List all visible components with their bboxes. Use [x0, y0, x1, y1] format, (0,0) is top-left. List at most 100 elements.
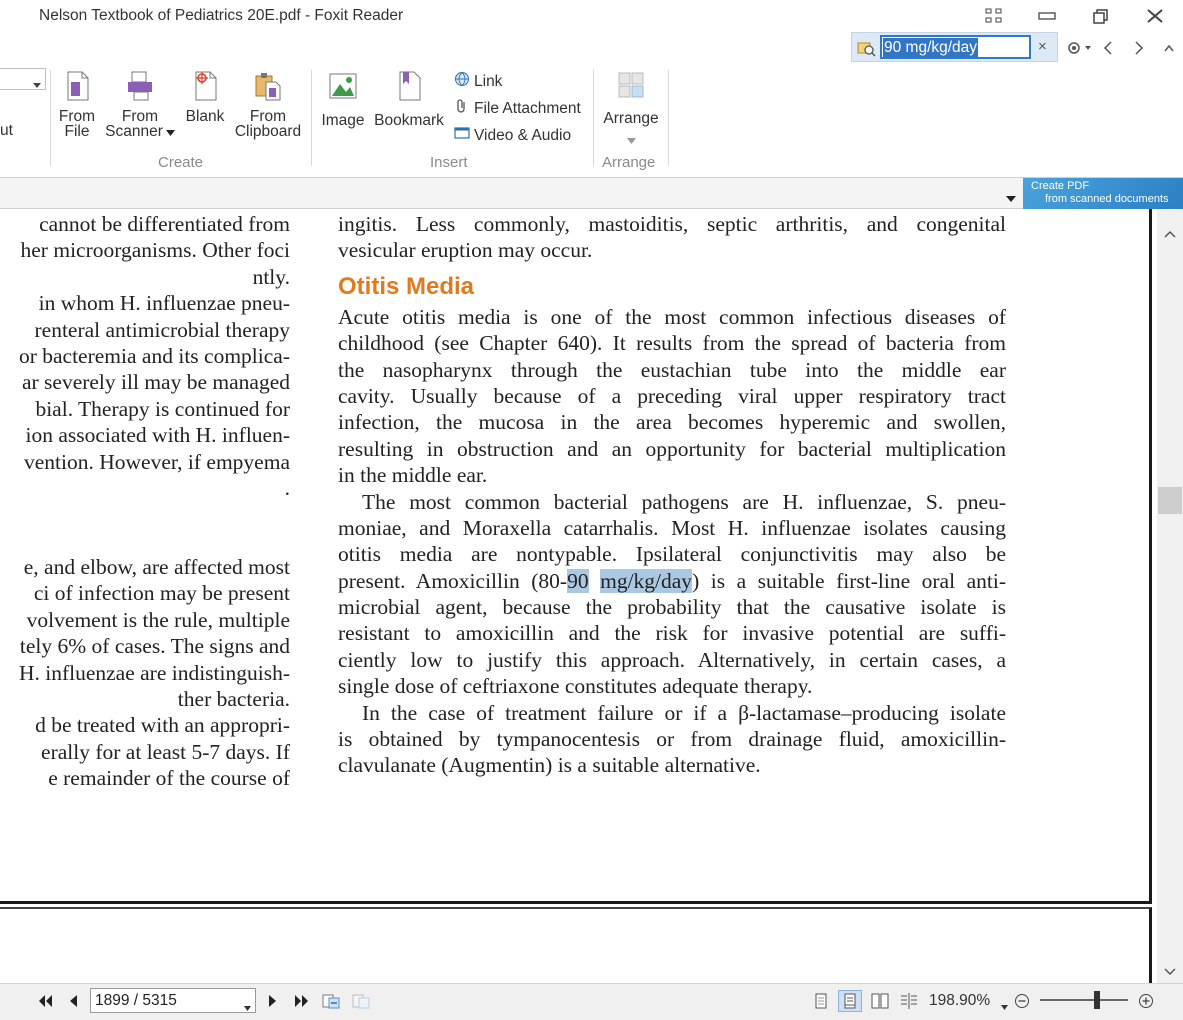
ribbon-separator	[593, 70, 594, 166]
zoom-in-icon[interactable]	[1137, 992, 1155, 1010]
next-view-icon[interactable]	[350, 992, 372, 1010]
chevron-down-icon[interactable]	[1006, 190, 1016, 207]
next-pdf-page	[0, 907, 1152, 983]
text-line: cavity. Usually because of a preceding v…	[338, 383, 1006, 408]
text-line: cannot be differentiated from	[39, 212, 290, 236]
find-options-icon[interactable]	[856, 39, 876, 61]
minimize-button[interactable]	[1031, 4, 1063, 28]
video-audio-button[interactable]: Video & Audio	[454, 125, 571, 146]
paperclip-icon	[454, 98, 470, 119]
text-line: erally for at least 5-7 days. If	[41, 739, 290, 764]
text-line: microbial agent, because the probability…	[338, 595, 1006, 620]
zoom-slider-thumb[interactable]	[1094, 991, 1100, 1009]
from-scanner-label-2: Scanner	[105, 123, 163, 140]
chevron-down-icon[interactable]	[244, 998, 251, 1016]
text-line: d be treated with an appropri-	[35, 713, 290, 738]
arrange-button[interactable]: Arrange	[600, 70, 662, 147]
close-button[interactable]	[1139, 4, 1171, 28]
arrange-group-label: Arrange	[602, 154, 656, 171]
image-button[interactable]: Image	[318, 70, 368, 128]
text-line-highlighted: present. Amoxicillin (80-90 mg/kg/day) i…	[338, 568, 1006, 595]
text-line: tely 6% of cases. The signs and	[19, 634, 290, 659]
zoom-slider-track[interactable]	[1040, 999, 1128, 1001]
scroll-up-icon[interactable]	[1164, 225, 1176, 242]
from-file-button[interactable]: From File	[56, 70, 98, 139]
scrollbar-thumb[interactable]	[1158, 487, 1182, 514]
left-column: cannot be differentiated from her microor…	[0, 212, 290, 793]
find-box: 90 mg/kg/day ×	[851, 32, 1058, 62]
text-line	[0, 529, 290, 555]
image-icon	[318, 70, 368, 105]
facing-pages-icon[interactable]	[870, 992, 890, 1010]
ribbon-display-options-icon[interactable]	[978, 4, 1010, 28]
text-line: otitis media are nontypable. Ipsilateral…	[338, 542, 1006, 567]
find-next-icon[interactable]	[1128, 38, 1150, 58]
page-number-input[interactable]: 1899 / 5315	[90, 988, 256, 1013]
from-clipboard-button[interactable]: From Clipboard	[232, 70, 304, 139]
scroll-down-icon[interactable]	[1164, 963, 1176, 980]
bookmark-label: Bookmark	[374, 112, 444, 129]
create-group-label: Create	[158, 154, 204, 171]
from-scanner-button[interactable]: From Scanner	[104, 70, 176, 139]
file-attachment-button[interactable]: File Attachment	[454, 98, 581, 119]
text-line: moniae, and Moraxella catarrhalis. Most …	[338, 515, 1006, 540]
text-line: .	[284, 475, 290, 500]
image-label: Image	[321, 112, 365, 129]
single-page-icon[interactable]	[812, 992, 830, 1010]
link-icon	[454, 71, 470, 92]
create-pdf-promo[interactable]: Create PDF from scanned documents	[1023, 178, 1183, 209]
text-line: or bacteremia and its complica-	[18, 343, 290, 368]
link-button[interactable]: Link	[454, 71, 502, 92]
from-file-label-1: From	[58, 108, 96, 125]
collapse-ribbon-icon[interactable]	[1158, 38, 1180, 58]
vertical-scrollbar[interactable]	[1157, 209, 1183, 983]
ribbon: ut From File From Scanner Blank From Cli…	[0, 62, 1183, 178]
chevron-down-icon	[165, 124, 175, 139]
previous-view-icon[interactable]	[320, 992, 342, 1010]
text-line: ar severely ill may be managed	[21, 370, 290, 395]
blank-button[interactable]: Blank	[182, 70, 228, 124]
text-line: ciently low to justify this approach. Al…	[338, 647, 1006, 672]
tab-strip	[0, 178, 1183, 209]
text-segment: ) is a suitable first-line oral anti-	[692, 568, 1006, 593]
arrange-icon	[600, 70, 662, 103]
text-line: ther bacteria.	[177, 687, 290, 712]
text-line: vention. However, if empyema	[23, 449, 290, 474]
ribbon-separator	[311, 70, 312, 166]
from-scanner-label-1: From	[121, 108, 159, 125]
text-line: e remainder of the course of	[48, 766, 290, 791]
text-line: ci of infection may be present	[33, 581, 290, 606]
bookmark-button[interactable]: Bookmark	[372, 70, 446, 128]
text-segment: present. Amoxicillin (80-	[338, 568, 568, 593]
video-audio-label: Video & Audio	[474, 126, 572, 144]
zoom-level[interactable]: 198.90%	[929, 992, 990, 1010]
continuous-page-icon[interactable]	[838, 990, 862, 1012]
find-clear-icon[interactable]: ×	[1038, 38, 1047, 55]
restore-button[interactable]	[1085, 4, 1117, 28]
partial-dropdown[interactable]	[0, 68, 46, 90]
text-line: resistant to amoxicillin and the risk fo…	[338, 621, 1006, 646]
text-line: The most common bacterial pathogens are …	[362, 489, 1006, 514]
zoom-out-icon[interactable]	[1013, 992, 1031, 1010]
previous-page-icon[interactable]	[66, 992, 82, 1010]
from-clipboard-label-1: From	[249, 108, 287, 125]
text-line: ntly.	[252, 264, 290, 289]
chevron-down-icon[interactable]	[1001, 997, 1008, 1014]
find-settings-icon[interactable]	[1064, 38, 1094, 58]
text-line: ion associated with H. influen-	[25, 423, 290, 448]
document-view[interactable]: cannot be differentiated from her microor…	[0, 209, 1157, 983]
bookmark-icon	[372, 70, 446, 105]
find-toolbar: 90 mg/kg/day ×	[0, 32, 1183, 62]
continuous-facing-icon[interactable]	[899, 992, 919, 1010]
first-page-icon[interactable]	[37, 992, 55, 1010]
last-page-icon[interactable]	[292, 992, 310, 1010]
text-line: single dose of ceftriaxone constitutes a…	[338, 674, 813, 699]
status-bar: 1899 / 5315 198.90%	[0, 983, 1183, 1020]
find-input[interactable]	[880, 35, 1031, 59]
chevron-down-icon	[600, 132, 662, 147]
pdf-page: cannot be differentiated from her microor…	[0, 209, 1152, 904]
find-previous-icon[interactable]	[1097, 38, 1119, 58]
next-page-icon[interactable]	[264, 992, 280, 1010]
insert-group-label: Insert	[430, 154, 468, 171]
text-line: clavulanate (Augmentin) is a suitable al…	[338, 753, 761, 778]
